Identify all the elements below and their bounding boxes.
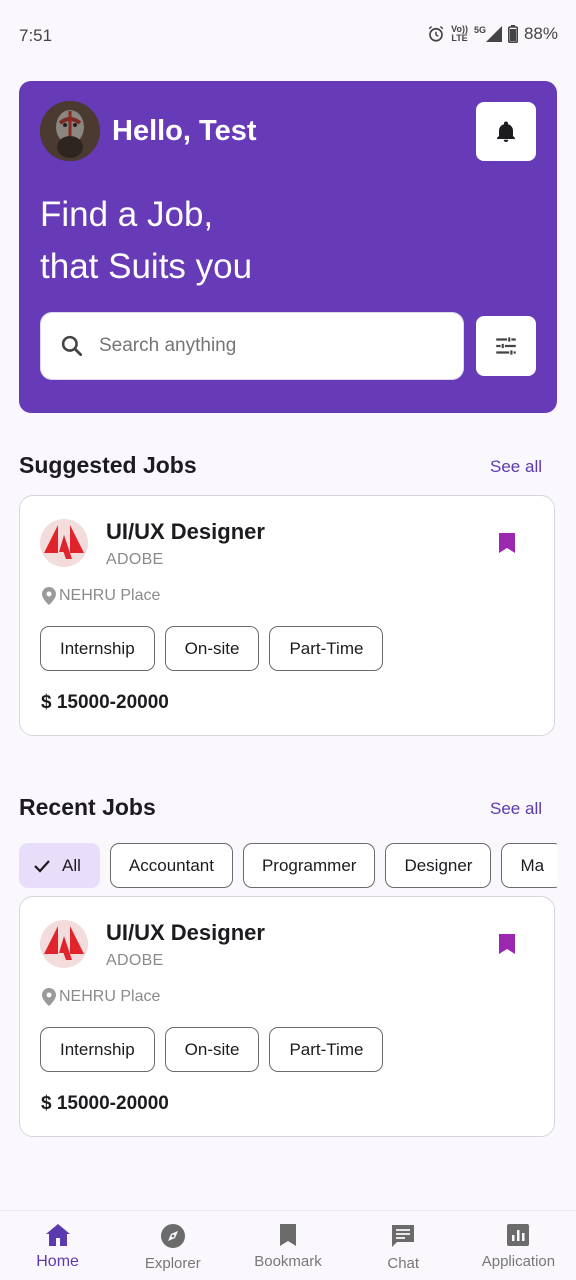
job-tag: Part-Time (269, 1027, 384, 1072)
header-card: Hello, Test Find a Job, that Suits you (19, 81, 557, 413)
filter-chip-accountant[interactable]: Accountant (109, 843, 233, 888)
nav-item-bookmark[interactable]: Bookmark (230, 1211, 345, 1280)
job-location-text: NEHRU Place (59, 988, 161, 1005)
job-tags: Internship On-site Part-Time (40, 626, 384, 671)
signal-icon (485, 26, 502, 42)
bar-chart-icon (507, 1224, 530, 1246)
check-icon (34, 859, 50, 873)
bell-icon (497, 121, 515, 142)
location-pin-icon (42, 988, 56, 1006)
recent-job-card[interactable]: UI/UX Designer ADOBE NEHRU Place Interns… (19, 896, 555, 1137)
search-bar[interactable] (40, 312, 464, 380)
job-tag: On-site (164, 1027, 260, 1072)
job-salary: $ 15000-20000 (41, 692, 169, 713)
battery-level: 88% (523, 24, 558, 43)
filter-chip-more[interactable]: Ma (501, 843, 557, 888)
greeting: Hello, Test (112, 115, 257, 147)
bottom-navigation: Home Explorer Bookmark Chat Application (0, 1210, 576, 1280)
status-icons: Vo)) LTE 5G 88% (427, 24, 558, 44)
nav-label: Explorer (144, 1255, 201, 1272)
chat-icon (392, 1225, 415, 1247)
job-company: ADOBE (106, 952, 164, 969)
network-type: Vo)) LTE (451, 24, 468, 43)
nav-label: Chat (387, 1255, 420, 1272)
tagline-line2: that Suits you (40, 247, 253, 286)
job-location-text: NEHRU Place (59, 587, 161, 604)
tune-icon (496, 337, 516, 355)
status-time: 7:51 (19, 26, 53, 45)
nav-item-home[interactable]: Home (0, 1211, 115, 1280)
job-tags: Internship On-site Part-Time (40, 1027, 384, 1072)
search-icon (61, 335, 83, 357)
avatar[interactable] (40, 101, 100, 161)
nav-item-application[interactable]: Application (461, 1211, 576, 1280)
tagline-line1: Find a Job, (40, 195, 214, 234)
job-tag: Part-Time (269, 626, 384, 671)
nav-item-chat[interactable]: Chat (346, 1211, 461, 1280)
job-location: NEHRU Place (42, 587, 160, 605)
search-input[interactable] (99, 335, 399, 357)
filter-chip-programmer[interactable]: Programmer (242, 843, 376, 888)
nav-label: Bookmark (254, 1253, 322, 1270)
bookmark-icon (280, 1224, 296, 1246)
job-tag: Internship (40, 1027, 155, 1072)
company-logo (40, 519, 88, 567)
status-bar: 7:51 Vo)) LTE 5G 88% (0, 0, 576, 70)
adobe-logo-icon (40, 920, 88, 968)
filter-chip-label: All (62, 855, 81, 875)
recent-see-all-link[interactable]: See all (490, 799, 542, 819)
nav-label: Home (36, 1253, 79, 1270)
nav-item-explorer[interactable]: Explorer (115, 1211, 230, 1280)
adobe-logo-icon (40, 519, 88, 567)
job-tag: On-site (164, 626, 260, 671)
bookmark-icon[interactable] (498, 933, 516, 955)
notification-button[interactable] (476, 102, 536, 161)
tagline: Find a Job, that Suits you (40, 189, 252, 293)
nav-label: Application (481, 1253, 556, 1270)
alarm-icon (428, 25, 444, 42)
battery-icon (507, 25, 518, 43)
home-icon (45, 1224, 70, 1246)
filter-chip-all[interactable]: All (19, 843, 100, 888)
avatar-image (40, 101, 100, 161)
network-5g-label: 5G (473, 25, 486, 35)
category-filter-row: All Accountant Programmer Designer Ma (19, 843, 557, 889)
job-company: ADOBE (106, 551, 164, 568)
job-location: NEHRU Place (42, 988, 160, 1006)
compass-icon (160, 1224, 185, 1248)
location-pin-icon (42, 587, 56, 605)
suggested-job-card[interactable]: UI/UX Designer ADOBE NEHRU Place Interns… (19, 495, 555, 736)
job-salary: $ 15000-20000 (41, 1093, 169, 1114)
bookmark-icon[interactable] (498, 532, 516, 554)
suggested-jobs-title: Suggested Jobs (19, 452, 197, 478)
filter-chip-designer[interactable]: Designer (385, 843, 492, 888)
recent-jobs-title: Recent Jobs (19, 794, 156, 820)
suggested-see-all-link[interactable]: See all (490, 457, 542, 477)
job-title: UI/UX Designer (106, 519, 265, 544)
company-logo (40, 920, 88, 968)
job-tag: Internship (40, 626, 155, 671)
filter-button[interactable] (476, 316, 536, 376)
job-title: UI/UX Designer (106, 920, 265, 945)
